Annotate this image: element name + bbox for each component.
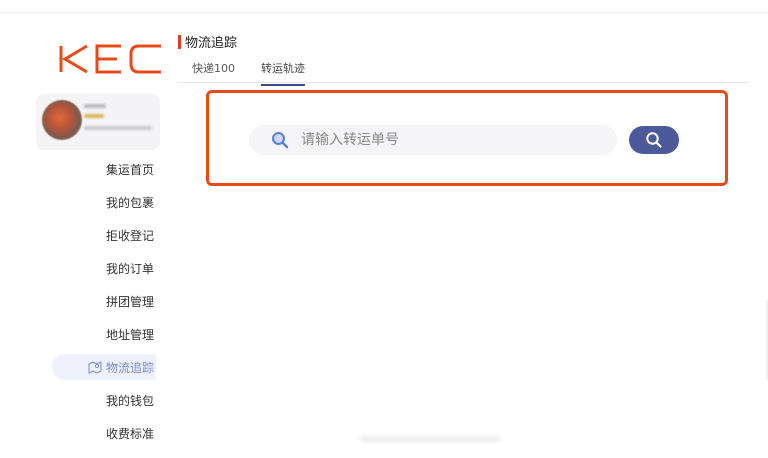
sidebar-nav: 集运首页 我的包裹 拒收登记 我的订单 拼团管理 地址管理 物流追踪 我的钱包 … [32, 156, 168, 453]
sidebar-item-packages[interactable]: 我的包裹 [32, 189, 156, 215]
tabs-divider [178, 82, 748, 83]
sidebar-item-label: 集运首页 [105, 162, 154, 177]
sidebar-item-label: 地址管理 [105, 327, 154, 342]
sidebar-item-address[interactable]: 地址管理 [32, 321, 156, 347]
search-highlight-frame [206, 90, 728, 186]
sidebar-item-label: 收费标准 [105, 426, 154, 441]
page-title-wrap: 物流追踪 [178, 32, 237, 51]
sidebar-item-pricing[interactable]: 收费标准 [32, 420, 156, 446]
sidebar-item-wallet[interactable]: 我的钱包 [32, 387, 156, 413]
search-icon [646, 132, 662, 148]
search-box[interactable] [249, 125, 617, 155]
sidebar-item-label: 物流追踪 [105, 360, 154, 375]
sidebar-item-label: 我的包裹 [105, 195, 154, 210]
top-divider [0, 12, 768, 13]
sidebar-item-group[interactable]: 拼团管理 [32, 288, 156, 314]
search-button[interactable] [629, 126, 679, 154]
sidebar-item-home[interactable]: 集运首页 [32, 156, 156, 182]
title-accent-bar [178, 34, 181, 49]
search-icon [272, 132, 289, 149]
sidebar: 集运首页 我的包裹 拒收登记 我的订单 拼团管理 地址管理 物流追踪 我的钱包 … [32, 16, 168, 446]
sidebar-item-label: 我的订单 [105, 261, 154, 276]
kec-logo-graphic [59, 44, 161, 74]
user-info-blurred [84, 104, 106, 108]
user-level-blurred [84, 114, 104, 118]
sidebar-item-tracking[interactable]: 物流追踪 [52, 354, 156, 380]
sidebar-item-label: 我的钱包 [105, 393, 154, 408]
user-id-blurred [84, 126, 152, 130]
sidebar-item-orders[interactable]: 我的订单 [32, 255, 156, 281]
sidebar-item-label: 拒收登记 [105, 228, 154, 243]
map-icon [88, 361, 102, 374]
avatar[interactable] [42, 100, 82, 140]
tracking-number-input[interactable] [301, 132, 601, 148]
user-profile-card[interactable] [36, 94, 160, 150]
footer-faint-text [360, 436, 500, 442]
sidebar-item-label: 拼团管理 [105, 294, 154, 309]
sidebar-item-refusal[interactable]: 拒收登记 [32, 222, 156, 248]
page-title: 物流追踪 [185, 36, 238, 51]
page: 集运首页 我的包裹 拒收登记 我的订单 拼团管理 地址管理 物流追踪 我的钱包 … [0, 0, 768, 458]
brand-logo [57, 42, 177, 78]
